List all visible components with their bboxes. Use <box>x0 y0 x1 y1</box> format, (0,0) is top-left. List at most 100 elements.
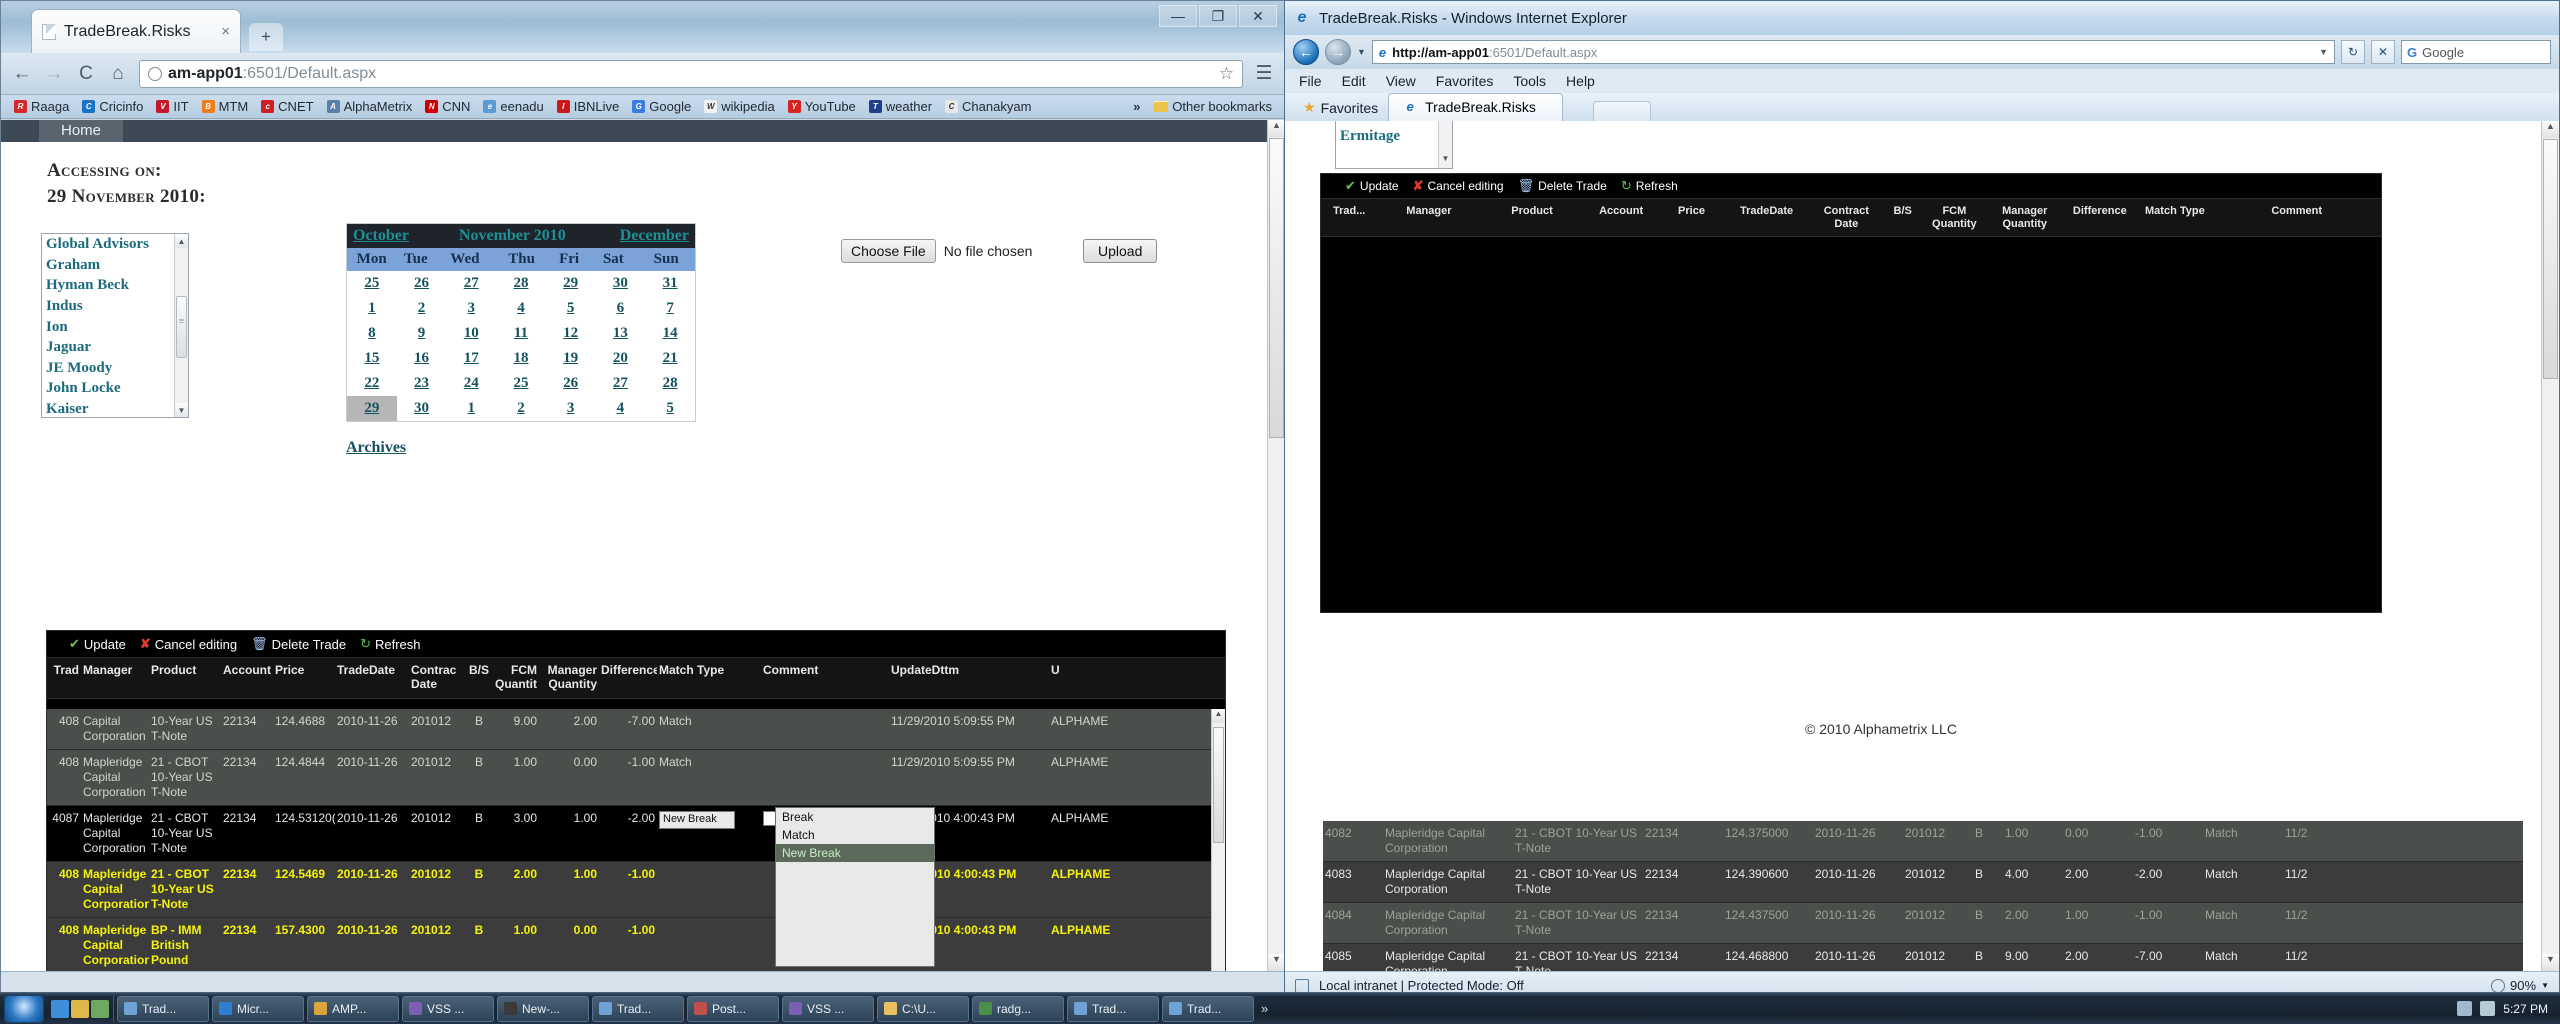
calendar-day-cell[interactable]: 17 <box>446 346 496 371</box>
grid-row[interactable]: 408 Mapleridge Capital Corporation 21 - CB… <box>47 862 1211 918</box>
quick-launch-bar[interactable] <box>47 995 114 1022</box>
scroll-up-icon[interactable]: ▲ <box>175 234 188 249</box>
network-icon[interactable] <box>2457 1001 2473 1016</box>
calendar-day-link[interactable]: 26 <box>414 275 429 291</box>
calendar-day-cell[interactable]: 28 <box>645 371 695 396</box>
grid-column-header[interactable]: Manager <box>81 658 149 698</box>
bookmark-item-google[interactable]: G Google <box>627 98 696 115</box>
ie-grid-column-header[interactable]: TradeDate <box>1724 199 1808 236</box>
bookmark-item-alphametrix[interactable]: A AlphaMetrix <box>322 98 418 115</box>
ie-grid-column-header[interactable]: Match Type <box>2137 199 2212 236</box>
taskbar-button[interactable]: New-... <box>497 995 589 1022</box>
dropdown-option[interactable]: Break <box>776 808 934 826</box>
calendar-day-link[interactable]: 29 <box>364 400 379 416</box>
calendar-day-link[interactable]: 4 <box>517 300 525 316</box>
grid-column-header[interactable]: Manager Quantity <box>539 658 599 698</box>
manager-list-scrollbar[interactable]: ▲ ▼ <box>174 234 188 418</box>
calendar-day-link[interactable]: 11 <box>514 325 528 341</box>
taskbar-clock[interactable]: 5:27 PM <box>2503 1002 2548 1016</box>
grid-row[interactable]: 408 Capital Corporation 10-Year US T-Note 2… <box>47 709 1211 750</box>
calendar-day-link[interactable]: 13 <box>613 325 628 341</box>
ie-manager-listbox[interactable]: DruryDunnErmitage ▲ ▼ <box>1335 121 1453 169</box>
bookmark-item-youtube[interactable]: Y YouTube <box>783 98 861 115</box>
calendar[interactable]: October November 2010 December Mon Tue Wed… <box>346 223 696 423</box>
grid-column-header[interactable]: Comment <box>761 658 889 698</box>
taskbar-button[interactable]: Post... <box>687 995 779 1022</box>
calendar-day-cell[interactable]: 10 <box>446 321 496 346</box>
ie-search-input[interactable]: Google <box>2422 45 2464 60</box>
calendar-day-cell[interactable]: 8 <box>347 321 397 346</box>
taskbar-button[interactable]: C:\U... <box>877 995 969 1022</box>
manager-list-item[interactable]: Indus <box>42 296 174 317</box>
calendar-day-link[interactable]: 25 <box>513 375 528 391</box>
browser-tab[interactable]: TradeBreak.Risks × <box>31 9 241 53</box>
ie-zoom-chevron-down-icon[interactable]: ▼ <box>2541 981 2549 990</box>
grid-toolbar-delete-trade[interactable]: 🗑 Delete Trade <box>1518 178 1607 194</box>
bookmark-item-cnet[interactable]: c CNET <box>256 98 318 115</box>
ie-page-scroll-thumb[interactable] <box>2543 139 2558 379</box>
calendar-day-link[interactable]: 27 <box>464 275 479 291</box>
calendar-day-link[interactable]: 10 <box>464 325 479 341</box>
new-tab-button[interactable]: + <box>249 23 283 51</box>
calendar-day-cell[interactable]: 16 <box>397 346 447 371</box>
ie-grid-column-header[interactable]: Manager Quantity <box>1987 199 2062 236</box>
calendar-day-link[interactable]: 5 <box>567 300 575 316</box>
calendar-day-cell[interactable]: 30 <box>596 271 646 296</box>
grid-body[interactable]: 408 Capital Corporation 10-Year US T-Note 2… <box>47 709 1211 971</box>
calendar-day-cell[interactable]: 18 <box>496 346 546 371</box>
ie-grid-column-header[interactable]: Comment <box>2212 199 2381 236</box>
ie-grid-column-header[interactable]: Contract Date <box>1809 199 1884 236</box>
calendar-day-cell[interactable]: 20 <box>596 346 646 371</box>
calendar-day-cell[interactable]: 25 <box>496 371 546 396</box>
calendar-day-cell[interactable]: 4 <box>496 296 546 321</box>
grid-row[interactable]: 4087 Mapleridge Capital Corporation 21 - C… <box>47 806 1211 862</box>
calendar-day-cell[interactable]: 24 <box>446 371 496 396</box>
calendar-day-link[interactable]: 21 <box>663 350 678 366</box>
calendar-day-cell[interactable]: 4 <box>596 396 646 421</box>
calendar-day-cell[interactable]: 26 <box>546 371 596 396</box>
grid-column-header[interactable]: Price <box>273 658 335 698</box>
calendar-day-link[interactable]: 6 <box>617 300 625 316</box>
upload-button[interactable]: Upload <box>1083 239 1158 264</box>
calendar-day-link[interactable]: 14 <box>663 325 678 341</box>
ie-grid-column-header[interactable]: Manager <box>1377 199 1480 236</box>
manager-list[interactable]: Global Advisors Graham Hyman Beck Indus Ion J… <box>42 234 174 417</box>
ie-grid-column-header[interactable]: Price <box>1659 199 1725 236</box>
grid-row[interactable]: 408 Mapleridge Capital Corporation 21 - CB… <box>47 750 1211 806</box>
calendar-day-link[interactable]: 25 <box>364 275 379 291</box>
explorer-quicklaunch-icon[interactable] <box>71 999 89 1018</box>
match-type-select[interactable]: New Break <box>659 811 735 829</box>
windows-taskbar[interactable]: Trad... Micr... AMP... VSS ... New-... Trad..… <box>0 992 2560 1024</box>
bookmark-star-icon[interactable]: ☆ <box>1219 64 1234 84</box>
bookmarks-overflow-chevron-icon[interactable]: » <box>1133 99 1146 114</box>
calendar-day-cell[interactable]: 12 <box>546 321 596 346</box>
calendar-day-link[interactable]: 12 <box>563 325 578 341</box>
address-bar[interactable]: am-app01:6501/Default.aspx ☆ <box>139 59 1243 88</box>
bookmark-item-cnn[interactable]: N CNN <box>420 98 475 115</box>
calendar-day-link[interactable]: 16 <box>414 350 429 366</box>
calendar-day-cell[interactable]: 27 <box>596 371 646 396</box>
calendar-day-link[interactable]: 2 <box>418 300 426 316</box>
page-scroll-up-icon[interactable]: ▲ <box>1268 120 1285 137</box>
manager-listbox[interactable]: Global Advisors Graham Hyman Beck Indus Ion J… <box>41 233 189 419</box>
calendar-day-link[interactable]: 23 <box>414 375 429 391</box>
page-scroll-down-icon[interactable]: ▼ <box>1268 954 1285 971</box>
grid-vertical-scrollbar[interactable]: ▲ ▼ <box>1211 709 1225 971</box>
ie-history-chevron-icon[interactable]: ▼ <box>1357 47 1366 57</box>
grid-column-header[interactable]: Trad <box>47 658 81 698</box>
ie-vertical-scrollbar[interactable]: ▲ ▼ <box>2541 121 2559 971</box>
ie-grid-row[interactable]: 4083 Mapleridge Capital Corporation 21 - C… <box>1323 862 2523 903</box>
grid-toolbar-delete-trade[interactable]: 🗑 Delete Trade <box>251 636 346 652</box>
bookmark-item-wikipedia[interactable]: Wwikipedia <box>699 98 779 115</box>
ie-zoom-control[interactable]: 90% ▼ <box>2491 978 2549 993</box>
calendar-day-cell[interactable]: 7 <box>645 296 695 321</box>
calendar-day-cell[interactable]: 5 <box>645 396 695 421</box>
grid-column-header[interactable]: TradeDate <box>335 658 409 698</box>
calendar-day-link[interactable]: 15 <box>364 350 379 366</box>
dropdown-option[interactable]: Match <box>776 826 934 844</box>
forward-icon[interactable]: → <box>43 63 65 85</box>
ie-manager-list-item[interactable]: Ermitage <box>1336 126 1452 146</box>
back-icon[interactable]: ← <box>11 63 33 85</box>
taskbar-button[interactable]: Trad... <box>592 995 684 1022</box>
ie-back-icon[interactable]: ← <box>1293 39 1319 65</box>
